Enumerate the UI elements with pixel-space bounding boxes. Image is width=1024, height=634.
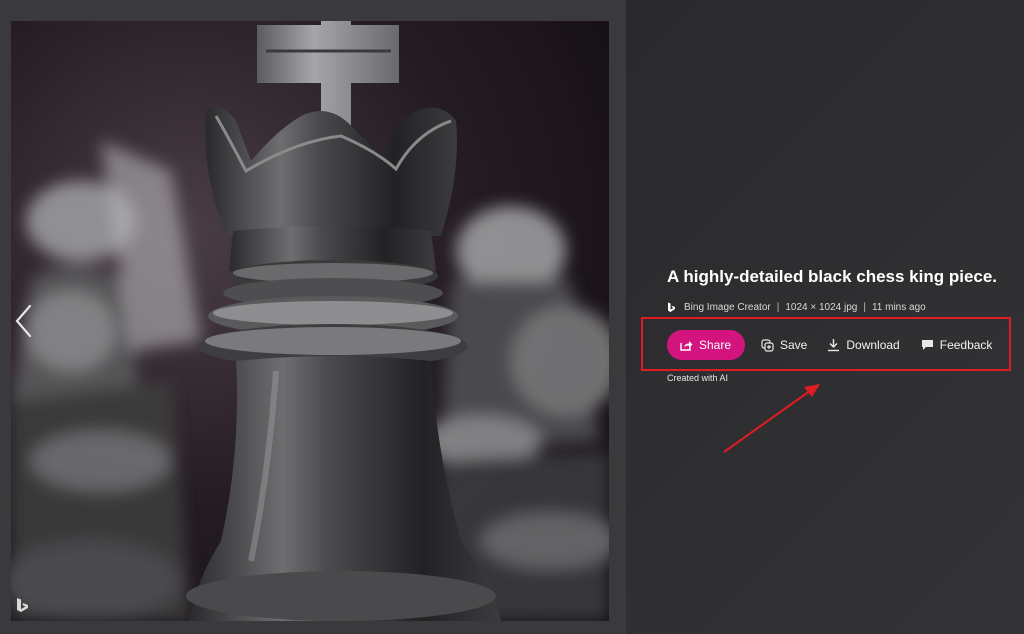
bing-icon [668, 302, 675, 312]
image-title: A highly-detailed black chess king piece… [667, 267, 998, 286]
source-label: Bing Image Creator [684, 302, 771, 313]
feedback-label: Feedback [939, 338, 993, 352]
add-to-collection-icon [761, 338, 774, 352]
meta-separator: | [776, 302, 780, 313]
chevron-left-icon [15, 304, 32, 338]
download-icon [828, 339, 840, 352]
share-icon [680, 341, 693, 351]
feedback-button[interactable]: Feedback [921, 338, 993, 352]
action-bar: Share Save Download Feedback [667, 330, 992, 360]
time-label: 11 mins ago [871, 302, 926, 313]
previous-image-button[interactable] [12, 303, 36, 339]
bing-logo-watermark-icon [14, 596, 32, 614]
download-label: Download [846, 338, 900, 352]
image-meta: Bing Image Creator | 1024 × 1024 jpg | 1… [667, 302, 926, 313]
save-button[interactable]: Save [761, 338, 807, 352]
share-label: Share [699, 338, 732, 352]
dimensions-label: 1024 × 1024 jpg [785, 302, 858, 313]
download-button[interactable]: Download [827, 338, 900, 352]
image-details-panel [626, 0, 1024, 634]
created-with-ai-note: Created with AI [667, 373, 729, 383]
share-button[interactable]: Share [667, 330, 745, 360]
feedback-icon [921, 340, 933, 350]
generated-image[interactable] [11, 21, 609, 621]
save-label: Save [780, 338, 808, 352]
meta-separator: | [863, 302, 866, 313]
